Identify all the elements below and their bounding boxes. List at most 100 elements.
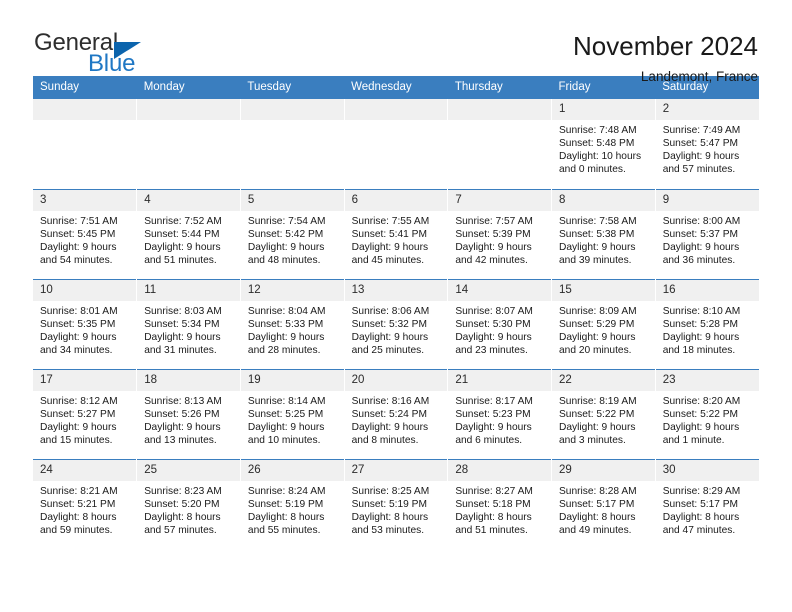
calendar-day-cell[interactable]: 5 Sunrise: 7:54 AM Sunset: 5:42 PM Daylight…: [239, 188, 345, 279]
sunset-text: Sunset: 5:17 PM: [662, 498, 739, 510]
day-details: Sunrise: 8:23 AM Sunset: 5:20 PM Daylight:…: [137, 481, 240, 537]
daylight-text: Daylight: 8 hours and 47 minutes.: [662, 511, 740, 536]
calendar-day-cell[interactable]: 3 Sunrise: 7:51 AM Sunset: 5:45 PM Daylight…: [33, 188, 137, 279]
calendar-day-cell[interactable]: 13 Sunrise: 8:06 AM Sunset: 5:32 PM Dayligh…: [343, 278, 448, 369]
calendar-day-cell[interactable]: 28 Sunrise: 8:27 AM Sunset: 5:18 PM Dayligh…: [447, 458, 552, 549]
daylight-text: Daylight: 9 hours and 6 minutes.: [455, 421, 532, 446]
page-title: November 2024: [573, 31, 758, 61]
weekday-header-tuesday: Tuesday: [240, 76, 345, 99]
calendar-day-cell[interactable]: 30 Sunrise: 8:29 AM Sunset: 5:17 PM Dayligh…: [654, 458, 759, 549]
calendar-day-cell[interactable]: 2 Sunrise: 7:49 AM Sunset: 5:47 PM Daylight…: [654, 99, 759, 189]
sunrise-text: Sunrise: 8:04 AM: [247, 305, 326, 317]
calendar-day-cell[interactable]: 18 Sunrise: 8:13 AM Sunset: 5:26 PM Dayligh…: [136, 368, 241, 459]
day-cell-content: 22 Sunrise: 8:19 AM Sunset: 5:22 PM Dayligh…: [552, 369, 655, 459]
day-number: 3: [33, 189, 137, 211]
calendar-day-cell[interactable]: 6 Sunrise: 7:55 AM Sunset: 5:41 PM Daylight…: [343, 188, 448, 279]
calendar-day-cell[interactable]: 24 Sunrise: 8:21 AM Sunset: 5:21 PM Dayligh…: [33, 458, 137, 549]
daylight-text: Daylight: 9 hours and 48 minutes.: [247, 241, 325, 266]
daylight-text: Daylight: 9 hours and 1 minute.: [662, 421, 740, 446]
day-number: 29: [552, 459, 655, 481]
sunrise-text: Sunrise: 8:28 AM: [559, 485, 637, 497]
calendar-day-cell[interactable]: 17 Sunrise: 8:12 AM Sunset: 5:27 PM Dayligh…: [33, 368, 137, 459]
day-details: Sunrise: 7:49 AM Sunset: 5:47 PM Daylight:…: [656, 120, 759, 176]
day-cell-content: 4 Sunrise: 7:52 AM Sunset: 5:44 PM Daylight…: [137, 189, 240, 279]
day-cell-content: 8 Sunrise: 7:58 AM Sunset: 5:38 PM Daylight…: [552, 189, 655, 279]
calendar-day-cell[interactable]: 10 Sunrise: 8:01 AM Sunset: 5:35 PM Dayligh…: [33, 278, 137, 369]
calendar-day-cell[interactable]: 9 Sunrise: 8:00 AM Sunset: 5:37 PM Daylight…: [654, 188, 759, 279]
daylight-text: Daylight: 8 hours and 51 minutes.: [455, 511, 532, 536]
calendar-day-cell[interactable]: 21 Sunrise: 8:17 AM Sunset: 5:23 PM Dayligh…: [447, 368, 552, 459]
sunrise-text: Sunrise: 8:14 AM: [247, 395, 326, 407]
calendar-day-cell[interactable]: 4 Sunrise: 7:52 AM Sunset: 5:44 PM Daylight…: [136, 188, 241, 279]
calendar-day-cell[interactable]: 23 Sunrise: 8:20 AM Sunset: 5:22 PM Dayligh…: [654, 368, 759, 459]
calendar-day-cell[interactable]: 16 Sunrise: 8:10 AM Sunset: 5:28 PM Dayligh…: [654, 278, 759, 369]
calendar-day-cell-empty: [447, 99, 552, 189]
daylight-text: Daylight: 8 hours and 49 minutes.: [559, 511, 636, 536]
day-cell-content: 12 Sunrise: 8:04 AM Sunset: 5:33 PM Dayligh…: [240, 279, 344, 369]
calendar-day-cell[interactable]: 14 Sunrise: 8:07 AM Sunset: 5:30 PM Dayligh…: [447, 278, 552, 369]
calendar-day-cell[interactable]: 11 Sunrise: 8:03 AM Sunset: 5:34 PM Dayligh…: [136, 278, 241, 369]
day-details: Sunrise: 8:24 AM Sunset: 5:19 PM Daylight:…: [241, 481, 344, 537]
calendar-day-cell[interactable]: 25 Sunrise: 8:23 AM Sunset: 5:20 PM Dayligh…: [136, 458, 241, 550]
sunrise-text: Sunrise: 8:09 AM: [559, 305, 637, 317]
day-number: 4: [137, 189, 240, 211]
day-cell-content: 23 Sunrise: 8:20 AM Sunset: 5:22 PM Dayligh…: [655, 369, 759, 459]
sunrise-text: Sunrise: 7:55 AM: [351, 215, 430, 227]
day-number: [344, 99, 448, 120]
daylight-text: Daylight: 9 hours and 51 minutes.: [144, 241, 221, 266]
title-block: November 2024 Landemont, France: [573, 31, 759, 87]
calendar-day-cell[interactable]: 22 Sunrise: 8:19 AM Sunset: 5:22 PM Dayligh…: [551, 368, 656, 459]
daylight-text: Daylight: 9 hours and 25 minutes.: [351, 331, 429, 356]
sunrise-text: Sunrise: 7:58 AM: [559, 215, 637, 227]
day-details: Sunrise: 7:58 AM Sunset: 5:38 PM Daylight:…: [552, 211, 655, 267]
day-details: Sunrise: 8:06 AM Sunset: 5:32 PM Daylight:…: [345, 301, 448, 357]
calendar-day-cell[interactable]: 19 Sunrise: 8:14 AM Sunset: 5:25 PM Dayligh…: [239, 368, 345, 459]
calendar-day-cell[interactable]: 20 Sunrise: 8:16 AM Sunset: 5:24 PM Dayligh…: [343, 368, 448, 459]
calendar-day-cell[interactable]: 8 Sunrise: 7:58 AM Sunset: 5:38 PM Daylight…: [551, 188, 656, 279]
day-cell-content: 13 Sunrise: 8:06 AM Sunset: 5:32 PM Dayligh…: [344, 279, 448, 369]
sunrise-text: Sunrise: 8:29 AM: [662, 485, 741, 497]
day-details: Sunrise: 8:07 AM Sunset: 5:30 PM Daylight:…: [448, 301, 551, 357]
calendar-day-cell[interactable]: 1 Sunrise: 7:48 AM Sunset: 5:48 PM Daylight…: [551, 99, 656, 189]
calendar-week-row: 10 Sunrise: 8:01 AM Sunset: 5:35 PM Dayligh…: [33, 278, 759, 369]
day-details: Sunrise: 8:00 AM Sunset: 5:37 PM Daylight:…: [656, 211, 759, 267]
sunrise-text: Sunrise: 8:07 AM: [455, 305, 533, 317]
day-cell-content: 25 Sunrise: 8:23 AM Sunset: 5:20 PM Dayligh…: [137, 459, 240, 550]
sunrise-text: Sunrise: 8:20 AM: [662, 395, 741, 407]
day-details: Sunrise: 8:13 AM Sunset: 5:26 PM Daylight:…: [137, 391, 240, 447]
sunset-text: Sunset: 5:32 PM: [351, 318, 427, 330]
sunrise-text: Sunrise: 8:10 AM: [662, 305, 741, 317]
calendar-day-cell-empty: [239, 99, 345, 189]
sunrise-text: Sunrise: 8:13 AM: [144, 395, 222, 407]
calendar-day-cell[interactable]: 29 Sunrise: 8:28 AM Sunset: 5:17 PM Dayligh…: [551, 458, 656, 549]
sunrise-text: Sunrise: 7:57 AM: [455, 215, 533, 227]
calendar-day-cell[interactable]: 26 Sunrise: 8:24 AM Sunset: 5:19 PM Dayligh…: [239, 458, 345, 549]
day-details: Sunrise: 8:17 AM Sunset: 5:23 PM Daylight:…: [448, 391, 551, 447]
calendar-day-cell[interactable]: 27 Sunrise: 8:25 AM Sunset: 5:19 PM Dayligh…: [343, 458, 448, 549]
day-details: Sunrise: 8:01 AM Sunset: 5:35 PM Daylight:…: [33, 301, 136, 357]
day-details: Sunrise: 8:21 AM Sunset: 5:21 PM Daylight:…: [33, 481, 136, 537]
calendar-day-cell[interactable]: 12 Sunrise: 8:04 AM Sunset: 5:33 PM Dayligh…: [239, 278, 345, 369]
day-cell-content: 7 Sunrise: 7:57 AM Sunset: 5:39 PM Daylight…: [448, 189, 552, 279]
calendar-day-cell[interactable]: 7 Sunrise: 7:57 AM Sunset: 5:39 PM Daylight…: [447, 188, 552, 279]
calendar-day-cell-empty: [136, 99, 241, 189]
sunset-text: Sunset: 5:19 PM: [351, 498, 427, 510]
day-details: Sunrise: 8:25 AM Sunset: 5:19 PM Daylight:…: [345, 481, 448, 537]
sunrise-text: Sunrise: 8:25 AM: [351, 485, 430, 497]
calendar-day-cell[interactable]: 15 Sunrise: 8:09 AM Sunset: 5:29 PM Dayligh…: [551, 278, 656, 369]
day-number: 8: [552, 189, 655, 211]
sunrise-text: Sunrise: 8:19 AM: [559, 395, 637, 407]
day-number: 19: [240, 369, 344, 391]
calendar-body: 1 Sunrise: 7:48 AM Sunset: 5:48 PM Daylight…: [33, 99, 759, 549]
day-number: 20: [344, 369, 448, 391]
calendar-week-row: 1 Sunrise: 7:48 AM Sunset: 5:48 PM Daylight…: [33, 99, 759, 189]
daylight-text: Daylight: 9 hours and 28 minutes.: [247, 331, 325, 356]
sunset-text: Sunset: 5:20 PM: [144, 498, 220, 510]
sunrise-text: Sunrise: 7:54 AM: [247, 215, 326, 227]
day-number: 22: [552, 369, 655, 391]
day-details: Sunrise: 7:55 AM Sunset: 5:41 PM Daylight:…: [345, 211, 448, 267]
sunset-text: Sunset: 5:19 PM: [247, 498, 324, 510]
day-number: 25: [137, 459, 240, 481]
day-number: 11: [137, 279, 240, 301]
day-cell-content: [137, 99, 240, 189]
